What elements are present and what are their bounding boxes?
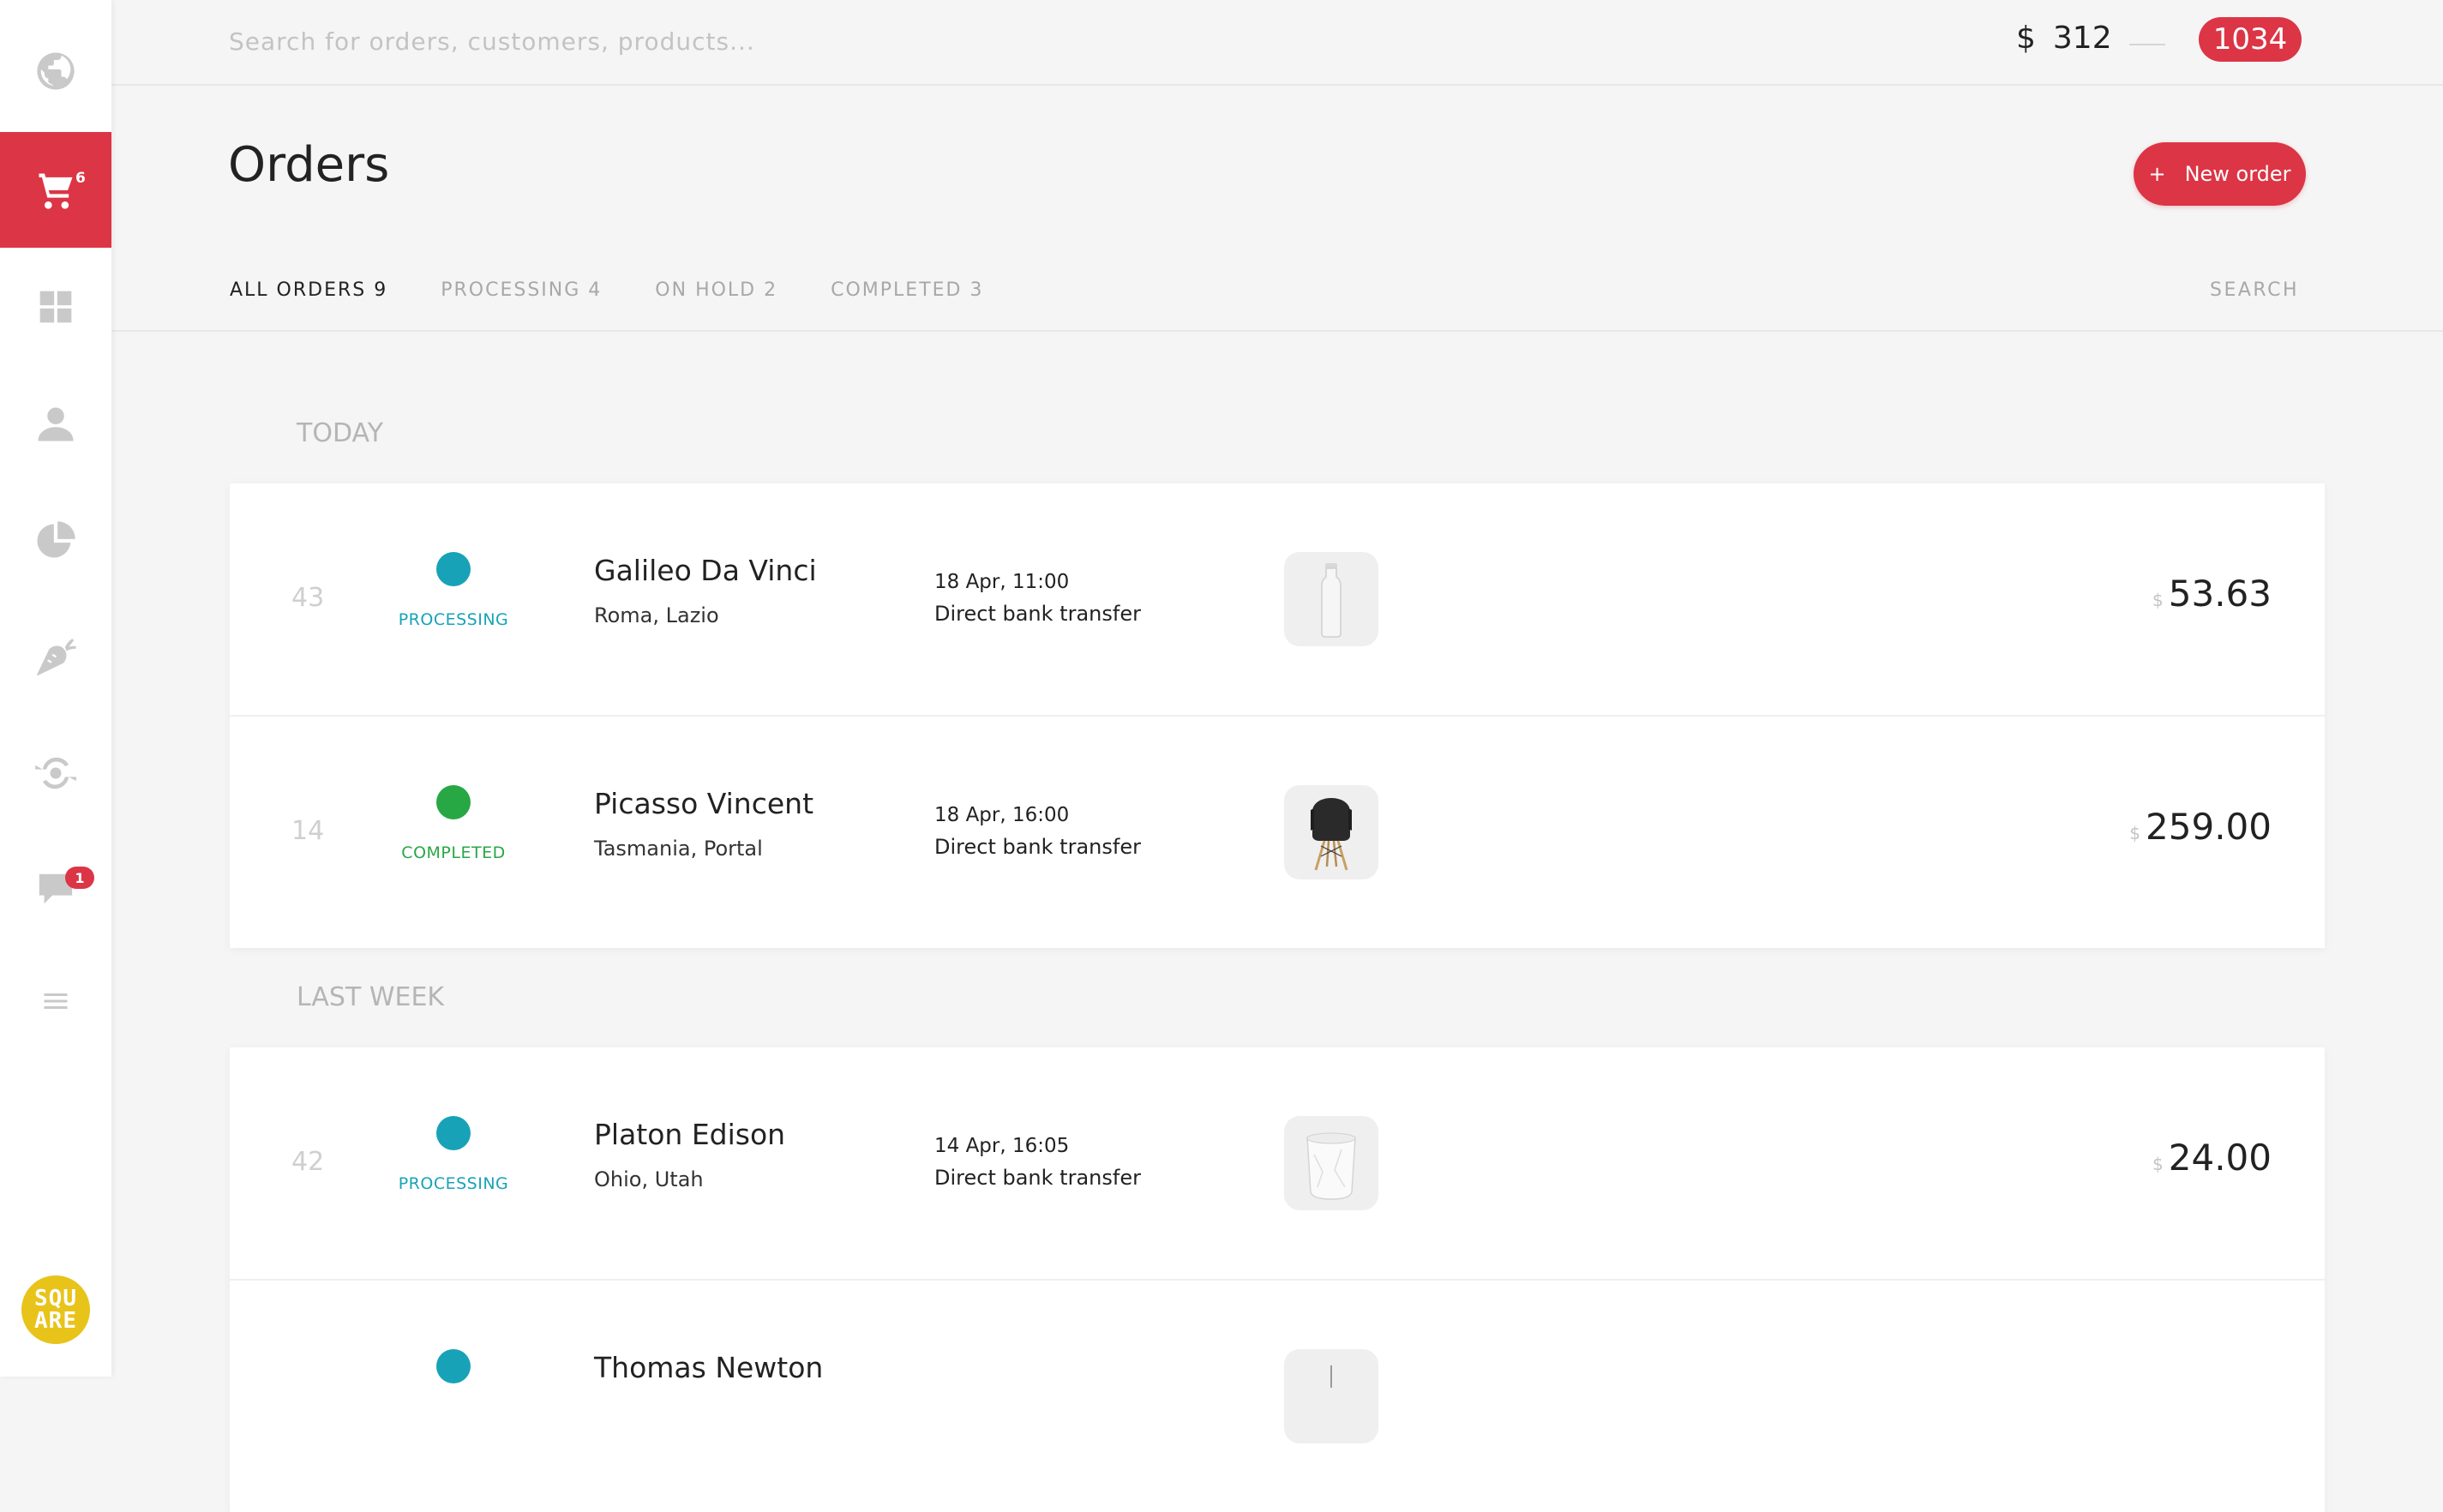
- group-label-last-week: LAST WEEK: [297, 982, 445, 1012]
- order-row[interactable]: 42 PROCESSING Platon Edison Ohio, Utah 1…: [230, 1047, 2325, 1281]
- sidebar: 6 1 SQU ARE: [0, 0, 111, 1377]
- new-order-button[interactable]: + New order: [2134, 142, 2306, 206]
- customer-location: Roma, Lazio: [594, 603, 719, 627]
- glass-bottle-icon: [1321, 563, 1342, 638]
- sidebar-item-orders[interactable]: 6: [0, 132, 111, 248]
- order-amount: $ 259.00: [2129, 806, 2272, 848]
- order-number: 14: [291, 816, 325, 846]
- carrot-icon: [37, 638, 76, 675]
- status-dot: [436, 785, 471, 819]
- payment-method: Direct bank transfer: [934, 1166, 1141, 1190]
- status-dot: [436, 1116, 471, 1150]
- chair-icon: [1311, 798, 1352, 871]
- product-thumbnail: [1284, 1349, 1378, 1443]
- tab-completed[interactable]: COMPLETED 3: [831, 279, 983, 310]
- tab-all-orders[interactable]: ALL ORDERS 9: [230, 279, 387, 310]
- sidebar-item-reports[interactable]: [0, 483, 111, 598]
- notification-count-badge[interactable]: 1034: [2199, 17, 2302, 62]
- globe-icon: [37, 51, 75, 90]
- amount-currency: $: [2152, 1154, 2164, 1174]
- tab-search-button[interactable]: SEARCH: [2210, 279, 2299, 301]
- balance-display: $312: [2016, 21, 2112, 56]
- customer-name: Platon Edison: [594, 1118, 786, 1151]
- product-thumbnail: [1284, 1116, 1378, 1210]
- page-title: Orders: [228, 137, 390, 193]
- customer-location: Tasmania, Portal: [594, 837, 763, 861]
- order-row[interactable]: 43 PROCESSING Galileo Da Vinci Roma, Laz…: [230, 483, 2325, 717]
- orders-card-today: 43 PROCESSING Galileo Da Vinci Roma, Laz…: [230, 483, 2325, 948]
- balance-currency: $: [2016, 21, 2036, 56]
- grid-icon: [39, 291, 72, 322]
- glass-bottle-icon: [1330, 1365, 1332, 1388]
- payment-method: Direct bank transfer: [934, 602, 1141, 626]
- search-input[interactable]: [227, 19, 1002, 63]
- sidebar-item-dashboard[interactable]: [0, 249, 111, 364]
- sidebar-item-globe[interactable]: [0, 13, 111, 129]
- product-thumbnail: [1284, 552, 1378, 646]
- product-thumbnail: [1284, 785, 1378, 879]
- pie-chart-icon: [37, 520, 75, 557]
- plus-icon: +: [2148, 162, 2166, 186]
- tabs-divider: [111, 330, 2443, 332]
- new-order-label: New order: [2184, 162, 2291, 186]
- group-label-today: TODAY: [297, 418, 384, 448]
- tab-processing[interactable]: PROCESSING 4: [441, 279, 602, 310]
- order-row[interactable]: 14 COMPLETED Picasso Vincent Tasmania, P…: [230, 717, 2325, 948]
- amount-value: 53.63: [2168, 573, 2272, 615]
- amount-value: 259.00: [2146, 806, 2272, 848]
- balance-value: 312: [2052, 21, 2112, 56]
- logo-line-1: SQU: [34, 1286, 77, 1311]
- customer-name: Picasso Vincent: [594, 787, 814, 820]
- order-amount: $ 53.63: [2152, 573, 2272, 615]
- amount-currency: $: [2129, 823, 2141, 843]
- order-date: 18 Apr, 11:00: [934, 571, 1070, 593]
- cart-icon: [39, 173, 73, 209]
- status-dot: [436, 552, 471, 586]
- sidebar-item-messages[interactable]: 1: [0, 831, 111, 946]
- payment-method: Direct bank transfer: [934, 835, 1141, 859]
- menu-icon: [44, 993, 68, 1009]
- brand-logo[interactable]: SQU ARE: [21, 1275, 90, 1344]
- sidebar-item-products[interactable]: [0, 598, 111, 714]
- status-label: PROCESSING: [398, 1174, 509, 1193]
- sidebar-item-menu[interactable]: [0, 943, 111, 1059]
- orders-card-last-week: 42 PROCESSING Platon Edison Ohio, Utah 1…: [230, 1047, 2325, 1512]
- customer-name: Galileo Da Vinci: [594, 554, 817, 587]
- order-date: 18 Apr, 16:00: [934, 804, 1070, 826]
- customer-name: Thomas Newton: [594, 1351, 824, 1384]
- paper-bag-icon: [1306, 1132, 1356, 1200]
- order-date: 14 Apr, 16:05: [934, 1135, 1070, 1157]
- status-label: PROCESSING: [398, 610, 509, 629]
- order-amount: $ 24.00: [2152, 1137, 2272, 1179]
- order-number: 42: [291, 1147, 325, 1177]
- header-separator: [2129, 44, 2165, 45]
- order-filter-tabs: ALL ORDERS 9 PROCESSING 4 ON HOLD 2 COMP…: [230, 279, 983, 310]
- messages-count-badge: 1: [65, 867, 94, 889]
- customer-location: Ohio, Utah: [594, 1167, 704, 1191]
- status-label: COMPLETED: [401, 843, 506, 862]
- orders-count-badge: 6: [75, 170, 86, 187]
- order-row[interactable]: Thomas Newton: [230, 1281, 2325, 1512]
- user-icon: [38, 407, 74, 441]
- sidebar-item-view[interactable]: [0, 715, 111, 831]
- eye-sync-icon: [35, 757, 76, 789]
- logo-line-2: ARE: [34, 1308, 77, 1334]
- sidebar-item-customers[interactable]: [0, 366, 111, 482]
- tab-on-hold[interactable]: ON HOLD 2: [655, 279, 777, 310]
- amount-currency: $: [2152, 590, 2164, 610]
- amount-value: 24.00: [2168, 1137, 2272, 1179]
- order-number: 43: [291, 583, 325, 613]
- status-dot: [436, 1349, 471, 1383]
